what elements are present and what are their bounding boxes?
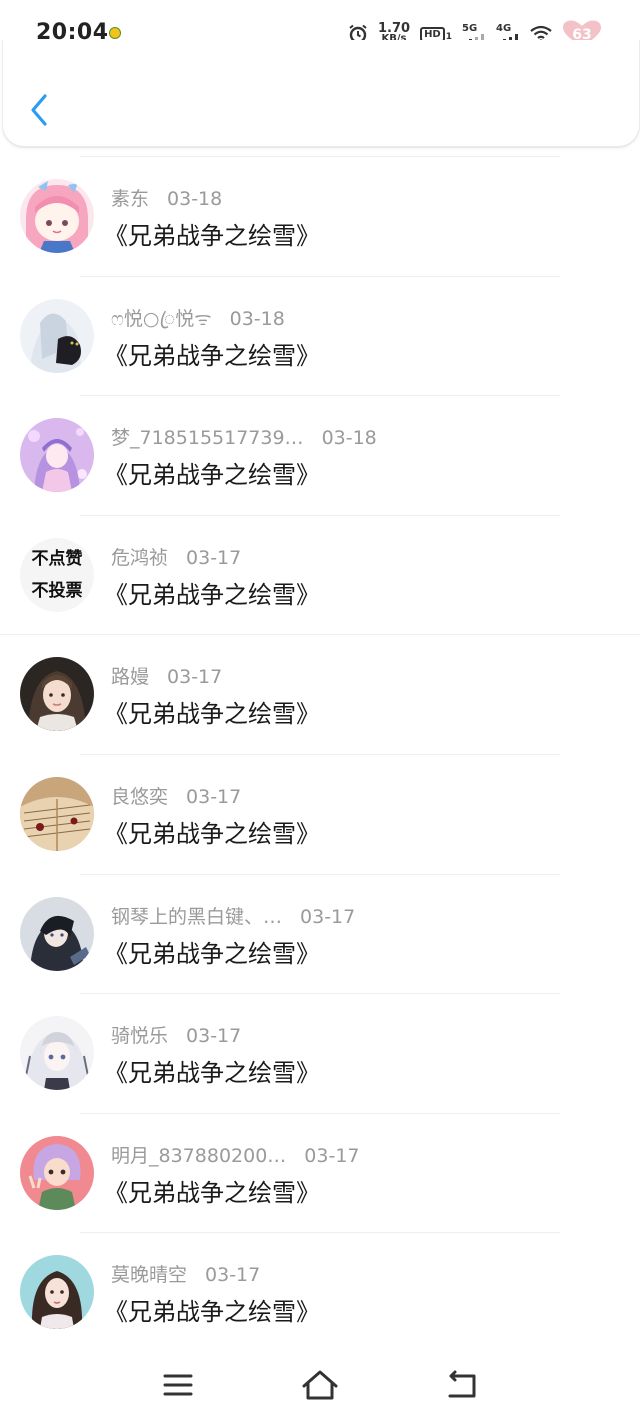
- entry-date: 03-17: [186, 546, 242, 569]
- entry-title[interactable]: 《兄弟战争之绘雪》: [104, 575, 320, 610]
- list-item[interactable]: 明月_837880200… 03-17 《兄弟战争之绘雪》: [0, 1112, 640, 1233]
- avatar[interactable]: 不点赞 不投票: [20, 537, 94, 612]
- avatar-text-line: 不投票: [31, 580, 83, 601]
- entry-date: 03-17: [300, 905, 356, 928]
- avatar[interactable]: [20, 657, 94, 732]
- entry-date: 03-17: [304, 1144, 360, 1167]
- entry-meta: 骑悦乐 03-17: [111, 1021, 241, 1048]
- list-item[interactable]: ෆ悦○ꦿ悦ᯤ 03-18 《兄弟战争之绘雪》: [0, 275, 640, 396]
- system-nav-bar: [0, 1350, 640, 1423]
- avatar-image: [20, 298, 94, 373]
- entry-title[interactable]: 《兄弟战争之绘雪》: [104, 455, 320, 490]
- entry-title[interactable]: 《兄弟战争之绘雪》: [104, 336, 320, 371]
- avatar-image: [20, 776, 94, 851]
- entry-title[interactable]: 《兄弟战争之绘雪》: [104, 1053, 320, 1088]
- entry-date: 03-18: [321, 427, 377, 450]
- entry-date: 03-17: [167, 666, 223, 689]
- divider: [80, 753, 560, 755]
- chevron-left-icon[interactable]: [25, 90, 55, 130]
- list-item[interactable]: 良悠奕 03-17 《兄弟战争之绘雪》: [0, 753, 640, 874]
- entry-date: 03-18: [167, 188, 223, 210]
- entry-meta: 莫晚晴空 03-17: [111, 1260, 260, 1287]
- divider: [80, 275, 560, 277]
- entry-meta: 良悠奕 03-17: [111, 782, 241, 809]
- app-header: [2, 40, 640, 147]
- avatar-image: [20, 896, 94, 971]
- divider: [80, 1232, 560, 1234]
- entry-meta: 路嫚 03-17: [111, 662, 222, 689]
- signal-4g-label: 4G: [496, 23, 512, 34]
- divider: [0, 634, 640, 636]
- entry-date: 03-17: [186, 785, 242, 808]
- divider: [80, 1112, 560, 1114]
- entry-title[interactable]: 《兄弟战争之绘雪》: [104, 1173, 320, 1208]
- divider: [80, 156, 560, 157]
- avatar-text-line: 不点赞: [31, 548, 83, 569]
- entry-list: 素东 03-18 《兄弟战争之绘雪》 ෆ悦○ꦿ悦ᯤ 03-18 《兄弟战争之绘雪》: [0, 156, 640, 1352]
- list-item[interactable]: 钢琴上的黑白键、… 03-17 《兄弟战争之绘雪》: [0, 873, 640, 994]
- list-item[interactable]: 素东 03-18 《兄弟战争之绘雪》: [0, 156, 640, 276]
- entry-title[interactable]: 《兄弟战争之绘雪》: [104, 934, 320, 969]
- entry-meta: 素东 03-18: [111, 184, 222, 211]
- divider: [80, 993, 560, 995]
- list-item[interactable]: 骑悦乐 03-17 《兄弟战争之绘雪》: [0, 993, 640, 1113]
- menu-icon[interactable]: [153, 1360, 203, 1410]
- avatar[interactable]: [20, 418, 94, 493]
- list-item[interactable]: 路嫚 03-17 《兄弟战争之绘雪》: [0, 634, 640, 754]
- entry-title[interactable]: 《兄弟战争之绘雪》: [104, 1292, 320, 1327]
- divider: [80, 873, 560, 875]
- entry-date: 03-17: [205, 1264, 261, 1287]
- notification-icon: [109, 27, 121, 39]
- avatar-image: [20, 1016, 94, 1091]
- user-name[interactable]: 良悠奕: [111, 782, 168, 809]
- avatar[interactable]: [20, 179, 94, 253]
- list-item[interactable]: 不点赞 不投票 危鸿祯 03-17 《兄弟战争之绘雪》: [0, 514, 640, 635]
- avatar[interactable]: [20, 298, 94, 373]
- avatar[interactable]: [20, 896, 94, 971]
- back-nav-icon[interactable]: [437, 1360, 487, 1410]
- avatar[interactable]: [20, 1135, 94, 1210]
- avatar[interactable]: [20, 1016, 94, 1091]
- divider: [80, 514, 560, 516]
- user-name[interactable]: 素东: [111, 184, 149, 211]
- user-name[interactable]: 危鸿祯: [111, 543, 168, 570]
- user-name[interactable]: 骑悦乐: [111, 1021, 168, 1048]
- list-item[interactable]: 莫晚晴空 03-17 《兄弟战争之绘雪》: [0, 1232, 640, 1352]
- user-name[interactable]: 钢琴上的黑白键、…: [111, 902, 282, 929]
- user-name[interactable]: 路嫚: [111, 662, 149, 689]
- entry-title[interactable]: 《兄弟战争之绘雪》: [104, 216, 320, 251]
- entry-meta: 明月_837880200… 03-17: [111, 1141, 360, 1168]
- signal-5g-label: 5G: [462, 23, 478, 34]
- list-item[interactable]: 梦_718515517739… 03-18 《兄弟战争之绘雪》: [0, 395, 640, 515]
- avatar-image: [20, 1135, 94, 1210]
- entry-meta: 钢琴上的黑白键、… 03-17: [111, 902, 355, 929]
- avatar-image: [20, 179, 94, 253]
- entry-meta: 危鸿祯 03-17: [111, 543, 241, 570]
- user-name[interactable]: 明月_837880200…: [111, 1141, 286, 1168]
- entry-title[interactable]: 《兄弟战争之绘雪》: [104, 814, 320, 849]
- user-name[interactable]: 莫晚晴空: [111, 1260, 187, 1287]
- user-name[interactable]: 梦_718515517739…: [111, 423, 304, 450]
- divider: [80, 395, 560, 397]
- home-icon[interactable]: [295, 1360, 345, 1410]
- avatar[interactable]: [20, 776, 94, 851]
- entry-date: 03-17: [186, 1025, 242, 1048]
- avatar-image: [20, 657, 94, 732]
- entry-title[interactable]: 《兄弟战争之绘雪》: [104, 694, 320, 729]
- entry-date: 03-18: [229, 307, 285, 330]
- avatar-image: [20, 418, 94, 493]
- entry-meta: 梦_718515517739… 03-18: [111, 423, 377, 450]
- avatar[interactable]: [20, 1255, 94, 1330]
- avatar-image: [20, 1255, 94, 1330]
